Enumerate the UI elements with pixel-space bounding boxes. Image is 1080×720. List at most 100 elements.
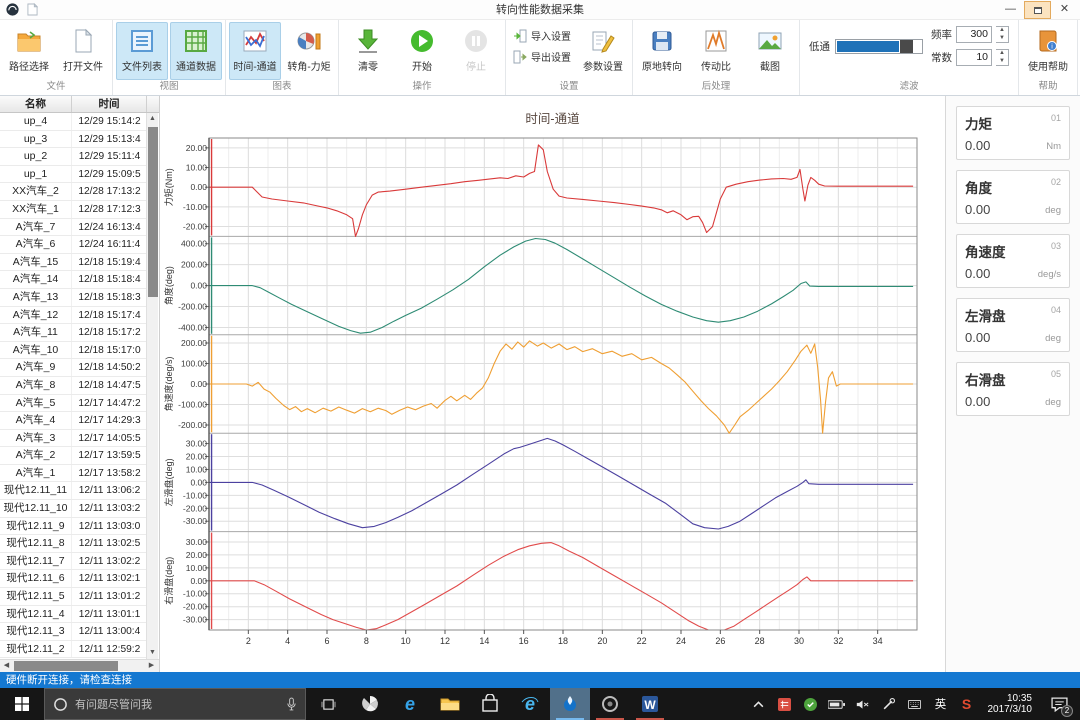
ribbon-button-file-list[interactable]: 文件列表 <box>116 22 168 80</box>
file-list-row[interactable]: up_212/29 15:11:4 <box>0 148 147 166</box>
file-list-row[interactable]: A汽车_1112/18 15:17:2 <box>0 324 147 342</box>
task-view-button[interactable] <box>306 688 350 720</box>
measurement-card: 左滑盘040.00deg <box>956 298 1070 352</box>
ribbon-button-snapshot[interactable]: 截图 <box>744 22 796 80</box>
file-list-row[interactable]: 现代12.11_512/11 13:01:2 <box>0 588 147 606</box>
taskbar-app-daq-app[interactable] <box>550 688 590 720</box>
ribbon-button-play[interactable]: 开始 <box>396 22 448 80</box>
file-list-row[interactable]: A汽车_812/18 14:47:5 <box>0 377 147 395</box>
file-list-row[interactable]: A汽车_612/24 16:11:4 <box>0 236 147 254</box>
taskbar-app-circle-app[interactable] <box>590 688 630 720</box>
spinner-input[interactable]: 300 <box>956 26 992 43</box>
restore-button[interactable] <box>1024 1 1051 19</box>
file-list-row[interactable]: A汽车_912/18 14:50:2 <box>0 359 147 377</box>
file-list-row[interactable]: A汽车_112/17 13:58:2 <box>0 465 147 483</box>
search-input[interactable]: 有问题尽管问我 <box>44 688 306 720</box>
file-list-row[interactable]: 现代12.11_912/11 13:03:0 <box>0 518 147 536</box>
taskbar-app-explorer[interactable] <box>430 688 470 720</box>
file-list-row[interactable]: up_312/29 15:13:4 <box>0 131 147 149</box>
ribbon-button-clear[interactable]: 清零 <box>342 22 394 80</box>
tray-ime-indicator[interactable]: 英 <box>930 688 952 720</box>
start-button[interactable] <box>0 688 44 720</box>
tray-green-shield[interactable] <box>800 688 822 720</box>
file-list-row[interactable]: up_412/29 15:14:2 <box>0 113 147 131</box>
ribbon-button-params[interactable]: 参数设置 <box>577 22 629 80</box>
spin-down-icon[interactable]: ▼ <box>996 58 1008 66</box>
file-list-row[interactable]: 现代12.11_1012/11 13:03:2 <box>0 500 147 518</box>
ribbon-button-pause[interactable]: 停止 <box>450 22 502 80</box>
notification-button[interactable]: 2 <box>1042 688 1076 720</box>
file-list-row[interactable]: 现代12.11_212/11 12:59:2 <box>0 641 147 659</box>
svg-text:16: 16 <box>519 636 529 646</box>
tray-keyboard[interactable] <box>904 688 926 720</box>
file-list-row[interactable]: XX汽车_212/28 17:13:2 <box>0 183 147 201</box>
file-list-row[interactable]: A汽车_1312/18 15:18:3 <box>0 289 147 307</box>
taskbar-clock[interactable]: 10:352017/3/10 <box>982 693 1039 715</box>
file-list-row[interactable]: 现代12.11_1112/11 13:06:2 <box>0 482 147 500</box>
tray-sogou[interactable]: S <box>956 688 978 720</box>
scrollbar-thumb[interactable] <box>148 127 158 297</box>
vertical-scrollbar[interactable]: ▲ ▼ <box>146 113 158 659</box>
tray-chevron-up[interactable] <box>748 688 770 720</box>
minimize-button[interactable]: — <box>997 1 1024 19</box>
file-list-row[interactable]: XX汽车_112/28 17:12:3 <box>0 201 147 219</box>
spin-up-icon[interactable]: ▲ <box>996 50 1008 58</box>
ribbon-toolbar: 路径选择打开文件文件文件列表通道数据视图时间-通道转角-力矩图表清零开始停止操作… <box>0 20 1080 96</box>
ribbon-button-export[interactable]: 导出设置 <box>513 49 571 64</box>
ribbon-button-open-file[interactable]: 打开文件 <box>57 22 109 80</box>
file-list-row[interactable]: A汽车_412/17 14:29:3 <box>0 412 147 430</box>
microphone-icon[interactable] <box>286 697 297 711</box>
file-list-row[interactable]: 现代12.11_312/11 13:00:4 <box>0 623 147 641</box>
taskbar-app-store[interactable] <box>470 688 510 720</box>
ribbon-button-import[interactable]: 导入设置 <box>513 28 571 43</box>
ribbon-button-ratio[interactable]: 传动比 <box>690 22 742 80</box>
ribbon-button-channel-grid[interactable]: 通道数据 <box>170 22 222 80</box>
ribbon-button-save[interactable]: 原地转向 <box>636 22 688 80</box>
spinner-input[interactable]: 10 <box>956 49 992 66</box>
file-list-row[interactable]: A汽车_1512/18 15:19:4 <box>0 254 147 272</box>
file-list-row[interactable]: A汽车_712/24 16:13:4 <box>0 219 147 237</box>
scroll-up-arrow-icon[interactable]: ▲ <box>147 113 158 125</box>
scroll-down-arrow-icon[interactable]: ▼ <box>147 647 158 659</box>
spinner-arrows[interactable]: ▲▼ <box>996 49 1009 66</box>
close-button[interactable]: ✕ <box>1051 1 1078 19</box>
scroll-left-arrow-icon[interactable]: ◀ <box>0 660 13 672</box>
ribbon-button-folder[interactable]: 路径选择 <box>3 22 55 80</box>
ribbon-button-pie-chart[interactable]: 转角-力矩 <box>283 22 335 80</box>
taskbar-app-ie[interactable]: e <box>510 688 550 720</box>
ribbon-group-label: 操作 <box>342 80 502 95</box>
spin-up-icon[interactable]: ▲ <box>996 27 1008 35</box>
slider-handle[interactable] <box>900 40 913 53</box>
spinner-arrows[interactable]: ▲▼ <box>996 26 1009 43</box>
ribbon-button-help[interactable]: i使用帮助 <box>1022 22 1074 80</box>
file-list-row[interactable]: A汽车_512/17 14:47:2 <box>0 395 147 413</box>
scroll-right-arrow-icon[interactable]: ▶ <box>145 660 158 672</box>
column-header-name[interactable]: 名称 <box>0 96 72 112</box>
tray-speaker-muted[interactable] <box>852 688 874 720</box>
column-header-time[interactable]: 时间 <box>72 96 147 112</box>
file-list-row[interactable]: A汽车_1412/18 15:18:4 <box>0 271 147 289</box>
svg-text:4: 4 <box>285 636 290 646</box>
file-list-row[interactable]: 现代12.11_412/11 13:01:1 <box>0 606 147 624</box>
taskbar-app-pinwheel[interactable] <box>350 688 390 720</box>
chart-panel: 20.0010.000.00-10.00-20.00力矩(Nm)400.0020… <box>160 96 945 672</box>
tray-red-tool[interactable] <box>774 688 796 720</box>
lowpass-slider[interactable] <box>835 39 923 54</box>
file-list-row[interactable]: A汽车_1212/18 15:17:4 <box>0 307 147 325</box>
spin-down-icon[interactable]: ▼ <box>996 35 1008 43</box>
taskbar-app-edge[interactable]: e <box>390 688 430 720</box>
params-icon <box>590 28 616 54</box>
file-list-row[interactable]: A汽车_212/17 13:59:5 <box>0 447 147 465</box>
ribbon-button-time-chart[interactable]: 时间-通道 <box>229 22 281 80</box>
file-list-row[interactable]: A汽车_1012/18 15:17:0 <box>0 342 147 360</box>
scrollbar-thumb[interactable] <box>14 661 118 671</box>
tray-tools[interactable] <box>878 688 900 720</box>
horizontal-scrollbar[interactable]: ◀ ▶ <box>0 659 159 672</box>
file-list-row[interactable]: 现代12.11_712/11 13:02:2 <box>0 553 147 571</box>
file-list-row[interactable]: A汽车_312/17 14:05:5 <box>0 430 147 448</box>
file-list-row[interactable]: 现代12.11_612/11 13:02:1 <box>0 570 147 588</box>
file-list-row[interactable]: up_112/29 15:09:5 <box>0 166 147 184</box>
taskbar-app-word[interactable]: W <box>630 688 670 720</box>
tray-battery[interactable] <box>826 688 848 720</box>
file-list-row[interactable]: 现代12.11_812/11 13:02:5 <box>0 535 147 553</box>
